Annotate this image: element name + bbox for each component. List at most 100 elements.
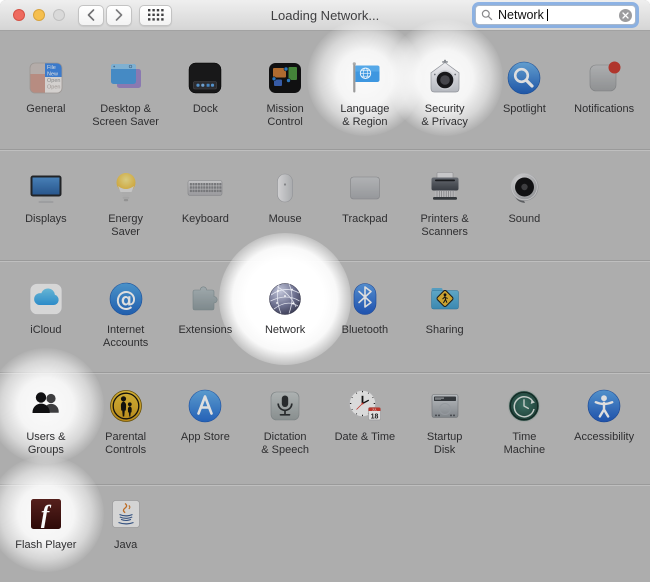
titlebar: Loading Network... <box>0 0 650 31</box>
prefpane-network[interactable]: Network <box>245 279 325 372</box>
prefpane-row-1: FileNewOpenOpen R GeneralDesktop & Scree… <box>0 31 650 149</box>
mouse-icon <box>265 168 305 208</box>
prefpane-dock[interactable]: Dock <box>166 58 246 149</box>
close-button[interactable] <box>13 9 25 21</box>
users-groups-icon <box>26 386 66 426</box>
prefpane-app-store[interactable]: App Store <box>166 386 246 484</box>
energy-saver-icon <box>106 168 146 208</box>
security-privacy-icon <box>425 58 465 98</box>
prefpane-label: App Store <box>181 431 230 444</box>
prefpane-label: Flash Player <box>15 539 76 552</box>
magnifier-icon <box>481 9 493 21</box>
svg-text:JUL: JUL <box>372 408 377 412</box>
prefpane-label: Desktop & Screen Saver <box>92 103 159 129</box>
prefpane-startup-disk[interactable]: Startup Disk <box>405 386 485 484</box>
prefpane-mission-control[interactable]: Mission Control <box>245 58 325 149</box>
prefpane-label: Language & Region <box>340 103 389 129</box>
parental-controls-icon <box>106 386 146 426</box>
prefpane-label: Dock <box>193 103 218 116</box>
prefpane-label: Dictation & Speech <box>261 431 309 457</box>
prefpane-bluetooth[interactable]: Bluetooth <box>325 279 405 372</box>
search-field <box>475 5 636 25</box>
bluetooth-icon <box>345 279 385 319</box>
prefpane-label: Displays <box>25 213 67 226</box>
svg-text:Open R: Open R <box>47 85 66 91</box>
date-time-icon: JUL18 <box>345 386 385 426</box>
startup-disk-icon <box>425 386 465 426</box>
displays-icon <box>26 168 66 208</box>
prefpane-mouse[interactable]: Mouse <box>245 168 325 260</box>
prefpane-label: Parental Controls <box>105 431 146 457</box>
prefpane-energy-saver[interactable]: Energy Saver <box>86 168 166 260</box>
svg-text:File: File <box>47 65 56 71</box>
spotlight-icon <box>504 58 544 98</box>
text-caret <box>547 9 548 21</box>
extensions-icon <box>185 279 225 319</box>
svg-text:Open: Open <box>47 78 60 84</box>
grid-dots-icon <box>148 9 164 21</box>
prefpane-security-privacy[interactable]: Security & Privacy <box>405 58 485 149</box>
prefpane-extensions[interactable]: Extensions <box>166 279 246 372</box>
prefpane-java[interactable]: Java <box>86 494 166 582</box>
prefpane-icloud[interactable]: iCloud <box>6 279 86 372</box>
clear-search-button[interactable] <box>619 9 632 22</box>
prefpane-general[interactable]: FileNewOpenOpen R General <box>6 58 86 149</box>
prefpane-internet-accounts[interactable]: @Internet Accounts <box>86 279 166 372</box>
prefpane-label: General <box>26 103 65 116</box>
prefpane-label: Accessibility <box>574 431 634 444</box>
prefpane-desktop-screensaver[interactable]: Desktop & Screen Saver <box>86 58 166 149</box>
accessibility-icon <box>584 386 624 426</box>
zoom-button-disabled[interactable] <box>53 9 65 21</box>
nav-buttons <box>78 5 132 26</box>
back-button[interactable] <box>78 5 104 26</box>
prefpane-users-groups[interactable]: Users & Groups <box>6 386 86 484</box>
prefpane-row-5: fFlash PlayerJava <box>0 484 650 582</box>
prefpane-label: Sound <box>508 213 540 226</box>
desktop-screensaver-icon <box>106 58 146 98</box>
network-icon <box>265 279 305 319</box>
prefpane-label: Date & Time <box>335 431 396 444</box>
printers-scanners-icon <box>425 168 465 208</box>
mission-control-icon <box>265 58 305 98</box>
keyboard-icon <box>185 168 225 208</box>
prefpane-displays[interactable]: Displays <box>6 168 86 260</box>
prefpane-date-time[interactable]: JUL18 Date & Time <box>325 386 405 484</box>
prefpane-label: Bluetooth <box>342 324 388 337</box>
app-store-icon <box>185 386 225 426</box>
prefpane-label: Security & Privacy <box>421 103 467 129</box>
sound-icon <box>504 168 544 208</box>
minimize-button[interactable] <box>33 9 45 21</box>
notifications-icon <box>584 58 624 98</box>
prefpane-notifications[interactable]: Notifications <box>564 58 644 149</box>
java-icon <box>106 494 146 534</box>
prefpane-trackpad[interactable]: Trackpad <box>325 168 405 260</box>
prefpane-dictation-speech[interactable]: Dictation & Speech <box>245 386 325 484</box>
prefpane-label: Internet Accounts <box>103 324 148 350</box>
traffic-lights <box>13 9 65 21</box>
prefpane-flash-player[interactable]: fFlash Player <box>6 494 86 582</box>
prefpane-spotlight[interactable]: Spotlight <box>485 58 565 149</box>
prefpane-sharing[interactable]: Sharing <box>405 279 485 372</box>
dock-icon <box>185 58 225 98</box>
svg-text:18: 18 <box>370 413 378 420</box>
language-region-icon <box>345 58 385 98</box>
prefpane-language-region[interactable]: Language & Region <box>325 58 405 149</box>
prefpane-accessibility[interactable]: Accessibility <box>564 386 644 484</box>
show-all-button[interactable] <box>139 5 172 26</box>
icloud-icon <box>26 279 66 319</box>
prefpane-label: Time Machine <box>504 431 546 457</box>
prefpane-keyboard[interactable]: Keyboard <box>166 168 246 260</box>
system-preferences-window: Loading Network... FileNewOpenOpen R Gen… <box>0 0 650 582</box>
prefpane-label: Startup Disk <box>427 431 462 457</box>
prefpane-row-4: Users & Groups Parental Controls App Store… <box>0 372 650 484</box>
prefpane-parental-controls[interactable]: Parental Controls <box>86 386 166 484</box>
trackpad-icon <box>345 168 385 208</box>
prefpane-label: Network <box>265 324 305 337</box>
forward-button[interactable] <box>106 5 132 26</box>
prefpane-sound[interactable]: Sound <box>485 168 565 260</box>
prefpane-row-3: iCloud@Internet AccountsExtensions Networ… <box>0 260 650 372</box>
search-input[interactable] <box>475 5 636 25</box>
prefpane-printers-scanners[interactable]: Printers & Scanners <box>405 168 485 260</box>
prefpane-label: Spotlight <box>503 103 546 116</box>
prefpane-time-machine[interactable]: Time Machine <box>485 386 565 484</box>
